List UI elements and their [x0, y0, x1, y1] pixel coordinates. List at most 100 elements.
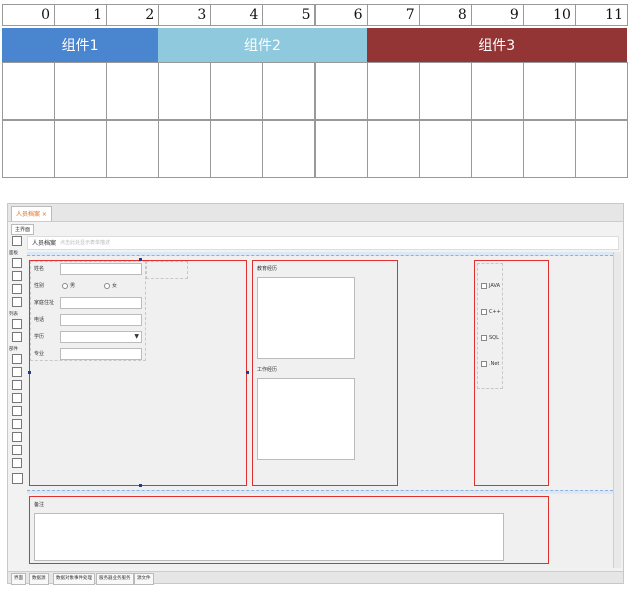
grid-cell — [314, 62, 368, 120]
remark-region[interactable]: 备注 — [29, 496, 549, 564]
grid-cell — [210, 120, 264, 178]
checkbox-widget-icon[interactable] — [12, 419, 22, 429]
school-select[interactable]: ▼ — [60, 331, 142, 343]
toolbox-group-panel: 面板 — [9, 251, 18, 256]
form-panel-icon[interactable] — [12, 297, 22, 307]
grid-cell — [54, 120, 108, 178]
grid-layout-diagram: 0 1 2 3 4 5 6 7 8 9 10 11 组件1 组件2 组件3 — [2, 4, 628, 178]
date-widget-icon[interactable] — [12, 432, 22, 442]
grid-cell — [574, 120, 628, 178]
column-number: 7 — [366, 4, 420, 26]
column-number: 6 — [314, 4, 368, 26]
tab-server-services[interactable]: 服务器业务服务 — [96, 573, 134, 585]
tab-data-events[interactable]: 数据对象事件处理 — [53, 573, 95, 585]
skill-sql-checkbox[interactable] — [481, 335, 487, 341]
remark-textarea[interactable] — [34, 513, 504, 561]
grid-cell — [366, 62, 420, 120]
form-title-bar: 人员档案 点击此处显示表单描述 — [27, 236, 619, 250]
table-icon[interactable] — [12, 332, 22, 342]
resize-handle[interactable] — [28, 371, 31, 374]
component1-region[interactable]: 姓名 性别 男 女 家庭住址 电话 学历 ▼ 专业 — [28, 258, 249, 487]
vertical-scrollbar[interactable] — [613, 252, 621, 568]
column-number: 4 — [210, 4, 264, 26]
number-widget-icon[interactable] — [12, 380, 22, 390]
textbox-widget-icon[interactable] — [12, 367, 22, 377]
work-history-label: 工作经历 — [257, 367, 278, 373]
tab-ui[interactable]: 界面 — [11, 573, 26, 585]
grid-cell — [418, 120, 472, 178]
tab-datasource[interactable]: 数据源 — [29, 573, 49, 585]
form-designer-window: 人员档案 × 主界面 人员档案 点击此处显示表单描述 面板 列表 部件 姓名 性… — [7, 203, 624, 585]
resize-handle[interactable] — [246, 371, 249, 374]
grid-cell — [158, 120, 212, 178]
label-widget-icon[interactable] — [12, 354, 22, 364]
name-input[interactable] — [60, 263, 142, 275]
component-block-1: 组件1 — [2, 28, 159, 62]
major-input[interactable] — [60, 348, 142, 360]
gender-male-radio[interactable] — [62, 283, 68, 289]
column-number: 10 — [522, 4, 576, 26]
grid-empty-cell — [146, 261, 188, 279]
component2-region[interactable]: 教育经历 工作经历 — [252, 260, 398, 486]
address-input[interactable] — [60, 297, 142, 309]
grid-cell — [470, 120, 524, 178]
tab-panel-icon[interactable] — [12, 284, 22, 294]
grid-cell — [2, 120, 56, 178]
pointer-tool-icon[interactable] — [12, 236, 22, 246]
tab-source-file[interactable]: 源文件 — [134, 573, 154, 585]
grid-panel-icon[interactable] — [12, 258, 22, 268]
column-number: 5 — [262, 4, 316, 26]
name-label: 姓名 — [34, 266, 45, 272]
canvas-middle-rule — [27, 490, 613, 494]
grid-cell — [2, 62, 56, 120]
grid-cell — [262, 62, 316, 120]
toggle-widget-icon[interactable] — [12, 445, 22, 455]
school-label: 学历 — [34, 334, 45, 340]
grid-cell — [106, 120, 160, 178]
password-widget-icon[interactable] — [12, 393, 22, 403]
skill-net-checkbox[interactable] — [481, 361, 487, 367]
skill-java-checkbox[interactable] — [481, 283, 487, 289]
grid-cell — [522, 62, 576, 120]
form-title[interactable]: 人员档案 — [32, 238, 56, 249]
address-label: 家庭住址 — [34, 300, 55, 306]
work-history-textarea[interactable] — [257, 378, 355, 460]
column-number: 3 — [158, 4, 212, 26]
font-style-icon[interactable] — [12, 473, 23, 484]
education-history-label: 教育经历 — [257, 266, 278, 272]
remark-label: 备注 — [34, 502, 45, 508]
grid-cell — [470, 62, 524, 120]
list-icon[interactable] — [12, 319, 22, 329]
phone-input[interactable] — [60, 314, 142, 326]
education-history-textarea[interactable] — [257, 277, 355, 359]
gender-female-radio[interactable] — [104, 283, 110, 289]
resize-handle[interactable] — [139, 484, 142, 487]
toolbox-group-list: 列表 — [9, 312, 18, 317]
left-toolbox: 面板 列表 部件 — [9, 236, 26, 576]
divider-widget-icon[interactable] — [12, 458, 22, 468]
panel-icon[interactable] — [12, 271, 22, 281]
column-number: 9 — [470, 4, 524, 26]
resize-handle[interactable] — [139, 258, 142, 261]
phone-label: 电话 — [34, 317, 45, 323]
component3-region[interactable]: JAVA C++ SQL .Net — [474, 260, 549, 486]
skill-sql-label: SQL — [489, 335, 499, 341]
design-canvas[interactable]: 姓名 性别 男 女 家庭住址 电话 学历 ▼ 专业 教育经历 工作经历 JAVA… — [27, 252, 623, 568]
toolbox-group-widget: 部件 — [9, 347, 18, 352]
grid-cell — [262, 120, 316, 178]
skill-java-label: JAVA — [489, 283, 501, 289]
grid-cell — [158, 62, 212, 120]
skill-net-label: .Net — [489, 361, 500, 367]
bottom-tab-strip: 界面 数据源 数据对象事件处理 服务器业务服务 源文件 — [8, 571, 623, 585]
main-view-tab[interactable]: 主界面 — [11, 224, 35, 235]
skill-cpp-checkbox[interactable] — [481, 309, 487, 315]
textarea-widget-icon[interactable] — [12, 406, 22, 416]
grid-cell — [106, 62, 160, 120]
form-description-placeholder[interactable]: 点击此处显示表单描述 — [60, 238, 110, 249]
component-block-2: 组件2 — [158, 28, 367, 62]
document-tab[interactable]: 人员档案 × — [11, 206, 52, 221]
grid-cell — [54, 62, 108, 120]
document-tab-strip: 人员档案 × — [8, 204, 623, 222]
column-number: 0 — [2, 4, 56, 26]
skill-cpp-label: C++ — [489, 309, 501, 315]
